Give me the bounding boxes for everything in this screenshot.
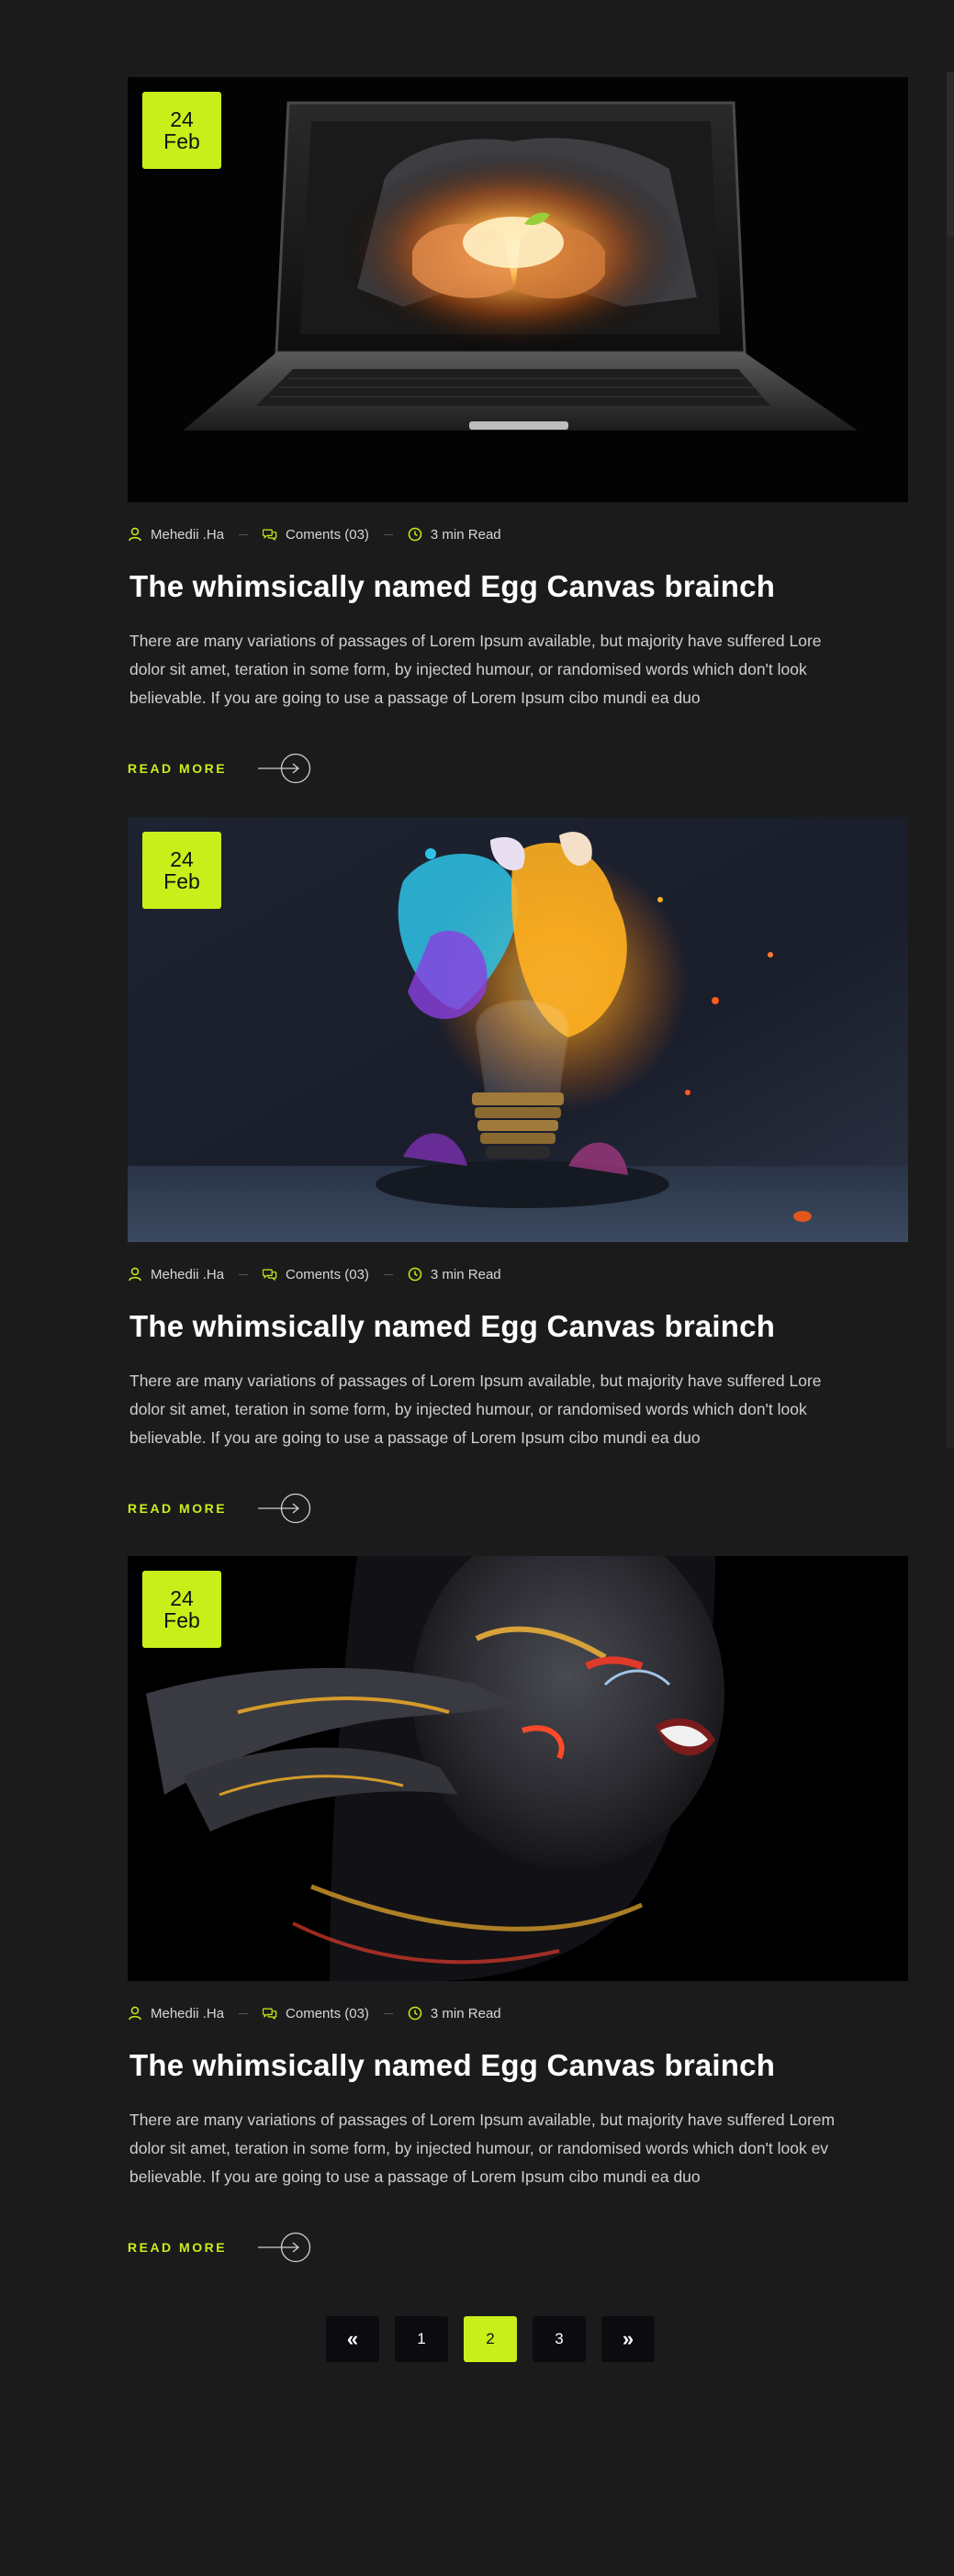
pagination-page-2-active[interactable]: 2 xyxy=(464,2316,517,2362)
clock-icon xyxy=(408,2006,422,2021)
excerpt-line: There are many variations of passages of… xyxy=(129,2111,836,2129)
post-excerpt: There are many variations of passages of… xyxy=(129,2106,901,2191)
scrollbar-thumb[interactable] xyxy=(947,72,954,237)
date-badge: 24 Feb xyxy=(142,92,221,169)
blog-post: 24 Feb Mehedii .Ha Coments (03) 3 min Re… xyxy=(128,1556,908,2263)
post-excerpt: There are many variations of passages of… xyxy=(129,627,901,712)
painted-face-illustration xyxy=(128,1556,908,1981)
read-time: 3 min Read xyxy=(430,2005,501,2022)
meta-author[interactable]: Mehedii .Ha xyxy=(128,1267,224,1282)
arrow-right-circle-icon xyxy=(258,1493,311,1524)
excerpt-line: believable. If you are going to use a pa… xyxy=(129,2167,701,2186)
read-more-button[interactable]: READ MORE xyxy=(128,753,908,784)
post-image-laptop[interactable]: 24 Feb xyxy=(128,77,908,502)
arrow-right-circle-icon xyxy=(258,753,311,784)
comments-icon xyxy=(263,527,277,542)
meta-comments[interactable]: Coments (03) xyxy=(263,2006,369,2022)
read-more-label: READ MORE xyxy=(128,2240,228,2255)
post-image-lightbulb[interactable]: 24 Feb xyxy=(128,817,908,1242)
meta-comments[interactable]: Coments (03) xyxy=(263,1267,369,1282)
excerpt-line: dolor sit amet, teration in some form, b… xyxy=(129,660,807,678)
read-more-label: READ MORE xyxy=(128,761,228,776)
post-excerpt: There are many variations of passages of… xyxy=(129,1367,901,1452)
meta-read-time: 3 min Read xyxy=(408,527,501,543)
comments-count: Coments (03) xyxy=(286,526,369,543)
meta-read-time: 3 min Read xyxy=(408,1267,501,1282)
pagination-next-button[interactable]: » xyxy=(601,2316,655,2362)
post-meta: Mehedii .Ha Coments (03) 3 min Read xyxy=(128,1264,908,1284)
post-image-painted-face[interactable]: 24 Feb xyxy=(128,1556,908,1981)
excerpt-line: There are many variations of passages of… xyxy=(129,632,822,650)
post-title[interactable]: The whimsically named Egg Canvas brainch xyxy=(129,2047,908,2084)
user-icon xyxy=(128,2006,142,2021)
excerpt-line: dolor sit amet, teration in some form, b… xyxy=(129,1400,807,1418)
excerpt-line: believable. If you are going to use a pa… xyxy=(129,689,701,707)
meta-author[interactable]: Mehedii .Ha xyxy=(128,2006,224,2022)
arrow-right-circle-icon xyxy=(258,2232,311,2263)
comments-icon xyxy=(263,1267,277,1282)
excerpt-line: dolor sit amet, teration in some form, b… xyxy=(129,2139,829,2157)
excerpt-line: There are many variations of passages of… xyxy=(129,1372,822,1390)
pagination: « 1 2 3 » xyxy=(326,2316,655,2362)
read-time: 3 min Read xyxy=(430,1266,501,1282)
post-meta: Mehedii .Ha Coments (03) 3 min Read xyxy=(128,2003,908,2023)
date-day: 24 xyxy=(170,1586,194,1610)
date-badge: 24 Feb xyxy=(142,832,221,909)
user-icon xyxy=(128,527,142,542)
meta-separator xyxy=(239,1273,249,1275)
comments-count: Coments (03) xyxy=(286,1266,369,1282)
pagination-page-1[interactable]: 1 xyxy=(395,2316,448,2362)
meta-comments[interactable]: Coments (03) xyxy=(263,527,369,543)
user-icon xyxy=(128,1267,142,1282)
scrollbar-track[interactable] xyxy=(947,72,954,1449)
read-time: 3 min Read xyxy=(430,526,501,543)
post-meta: Mehedii .Ha Coments (03) 3 min Read xyxy=(128,524,908,544)
clock-icon xyxy=(408,527,422,542)
laptop-hands-illustration xyxy=(128,77,908,502)
post-title[interactable]: The whimsically named Egg Canvas brainch xyxy=(129,568,908,605)
date-month: Feb xyxy=(163,129,200,153)
meta-separator xyxy=(239,533,249,535)
pagination-prev-button[interactable]: « xyxy=(326,2316,379,2362)
read-more-button[interactable]: READ MORE xyxy=(128,2232,908,2263)
date-badge: 24 Feb xyxy=(142,1571,221,1648)
date-day: 24 xyxy=(170,847,194,871)
pagination-page-3[interactable]: 3 xyxy=(533,2316,586,2362)
comments-icon xyxy=(263,2006,277,2021)
date-day: 24 xyxy=(170,107,194,131)
read-more-label: READ MORE xyxy=(128,1501,228,1516)
lightbulb-splash-illustration xyxy=(128,817,908,1242)
author-name: Mehedii .Ha xyxy=(151,1266,225,1282)
date-month: Feb xyxy=(163,869,200,893)
read-more-button[interactable]: READ MORE xyxy=(128,1493,908,1524)
comments-count: Coments (03) xyxy=(286,2005,369,2022)
clock-icon xyxy=(408,1267,422,1282)
meta-separator xyxy=(239,2012,249,2014)
blog-post: 24 Feb Mehedii .Ha Coments (03) 3 min Re… xyxy=(128,817,908,1524)
excerpt-line: believable. If you are going to use a pa… xyxy=(129,1428,701,1447)
meta-separator xyxy=(383,533,393,535)
date-month: Feb xyxy=(163,1608,200,1632)
meta-separator xyxy=(383,2012,393,2014)
blog-post: 24 Feb Mehedii .Ha Coments (03) 3 min Re… xyxy=(128,77,908,784)
author-name: Mehedii .Ha xyxy=(151,526,225,543)
meta-read-time: 3 min Read xyxy=(408,2006,501,2022)
post-title[interactable]: The whimsically named Egg Canvas brainch xyxy=(129,1308,908,1345)
meta-separator xyxy=(383,1273,393,1275)
meta-author[interactable]: Mehedii .Ha xyxy=(128,527,224,543)
author-name: Mehedii .Ha xyxy=(151,2005,225,2022)
